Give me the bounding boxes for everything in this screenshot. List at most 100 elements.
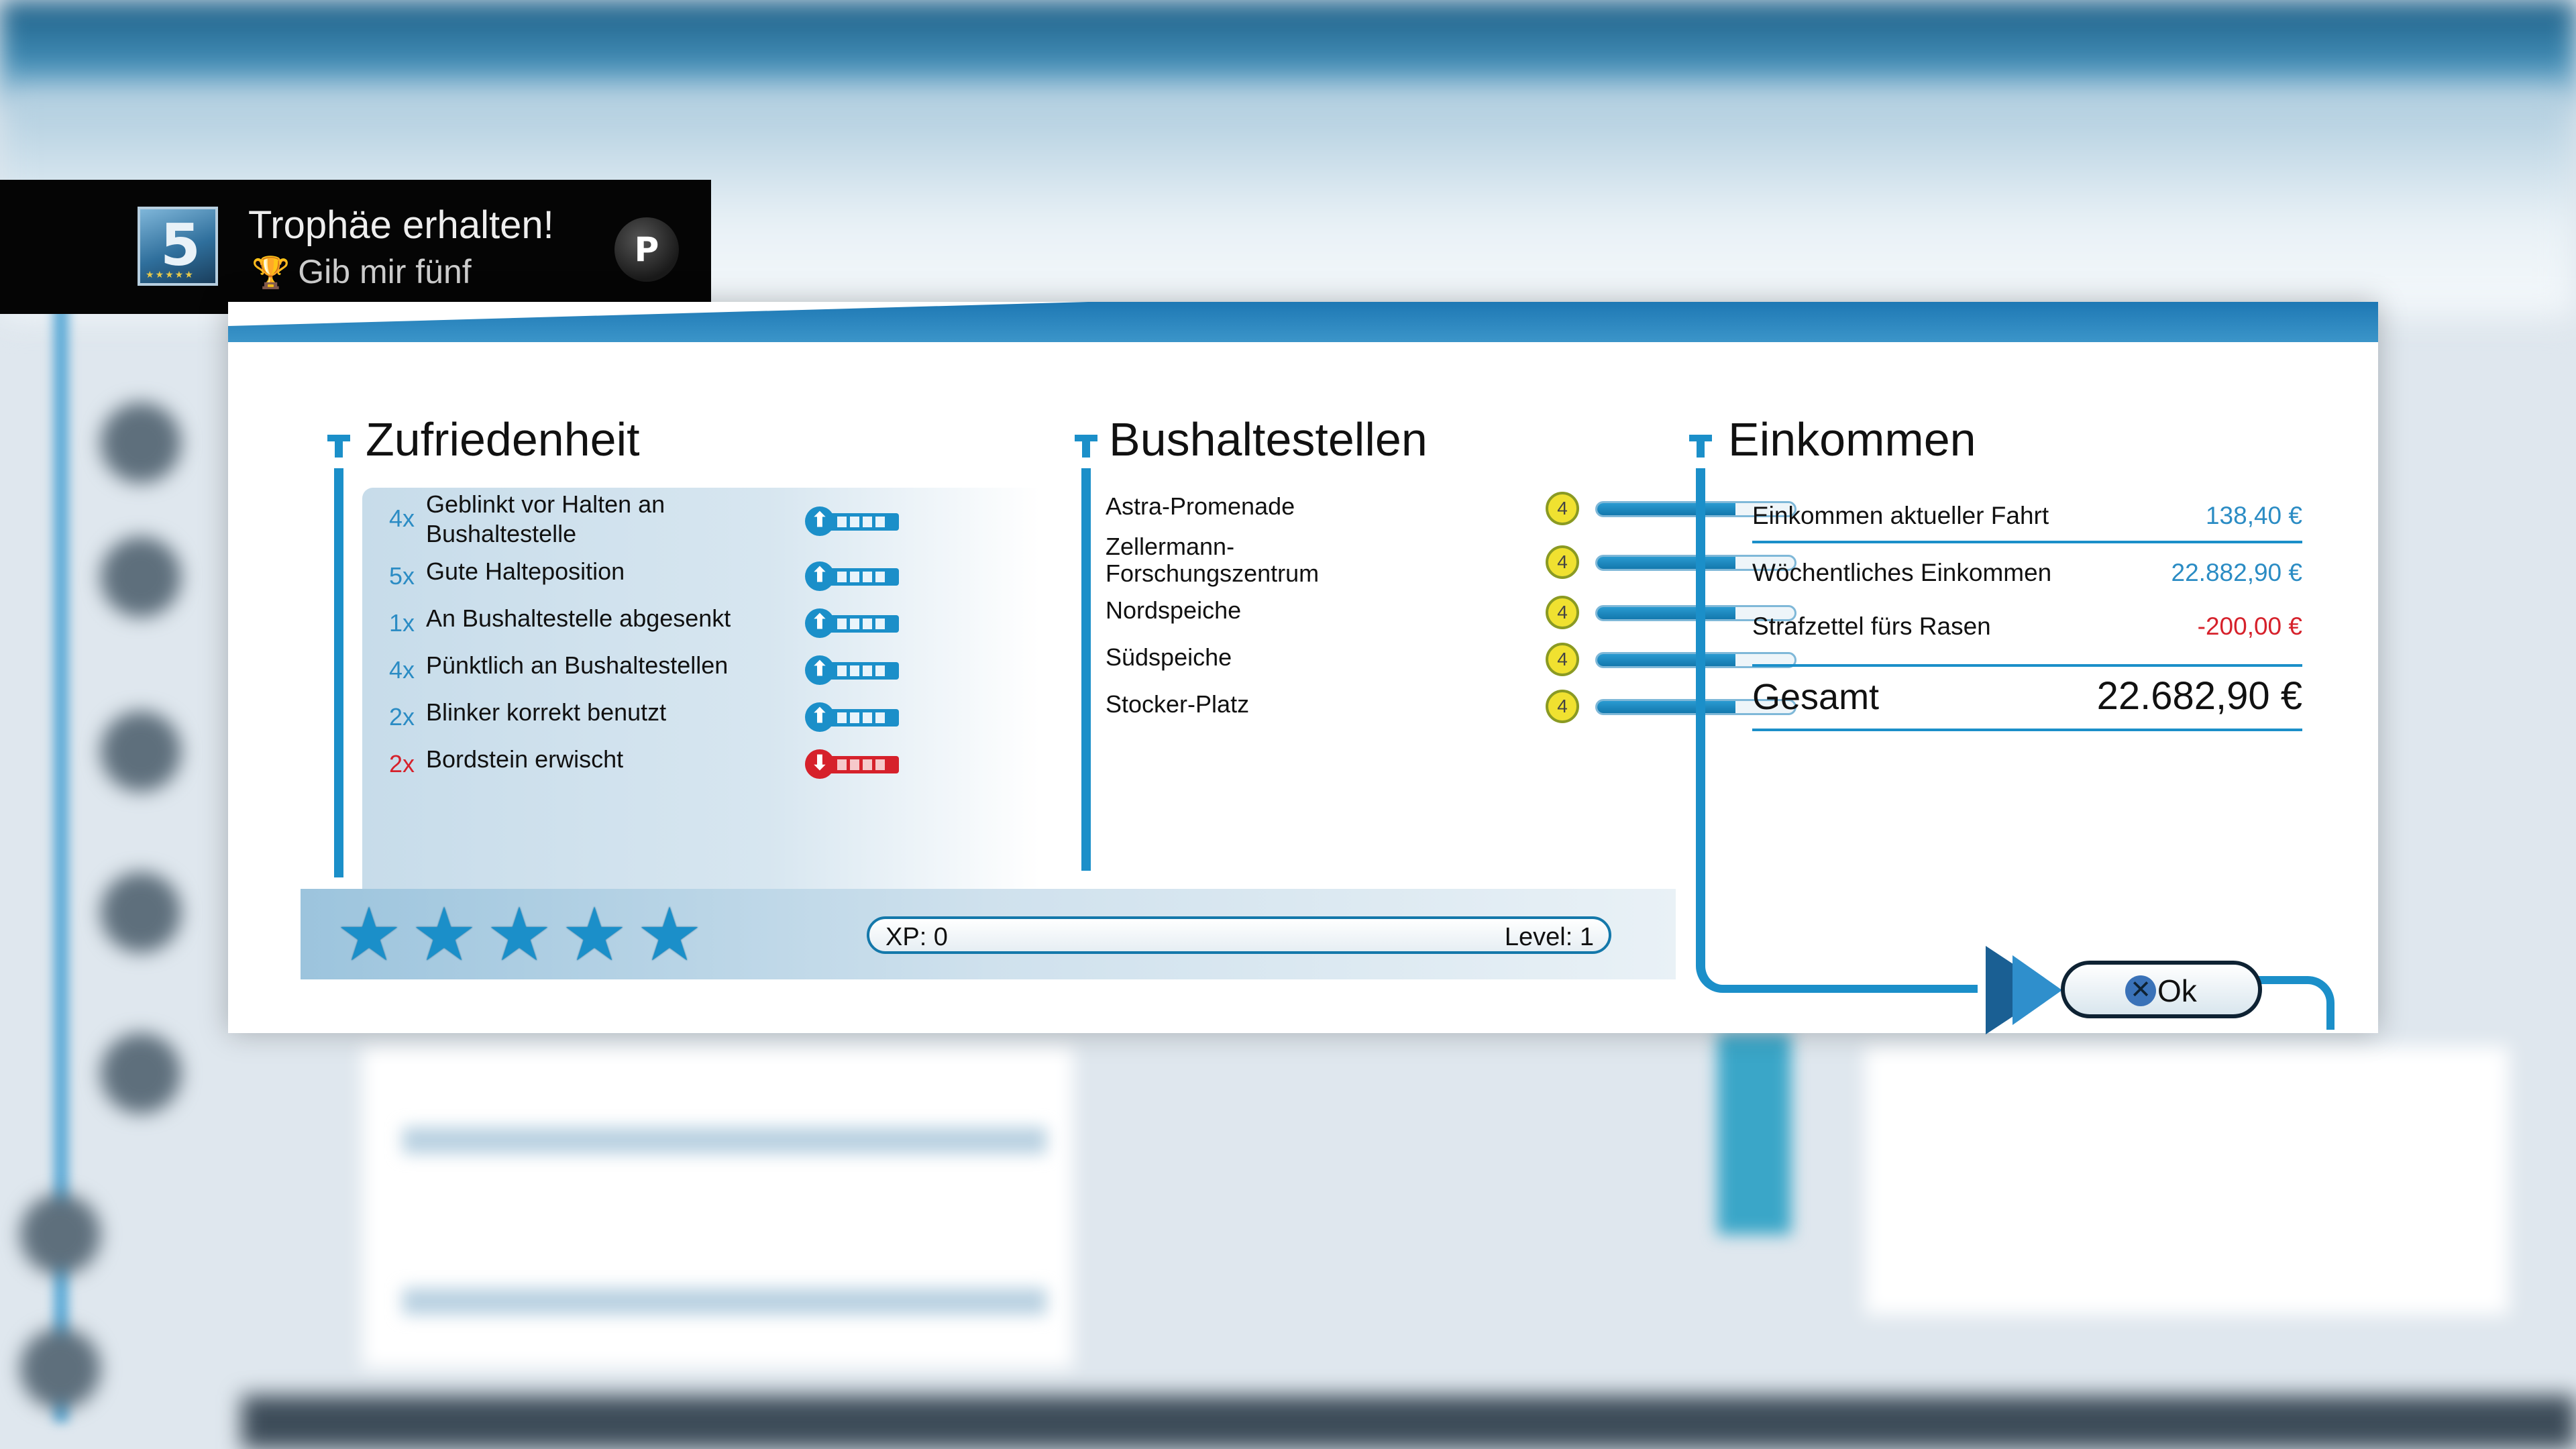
xp-label: XP: 0: [885, 923, 948, 951]
stop-row: Südspeiche 4: [1106, 643, 1796, 684]
income-label: Einkommen aktueller Fahrt: [1752, 502, 2049, 529]
satisfaction-label: Gute Halteposition: [426, 557, 625, 585]
background-bar: [402, 1127, 1046, 1154]
satisfaction-meter: ⬆: [805, 702, 899, 732]
star-icon: ★: [411, 892, 478, 977]
background-panel: [362, 1046, 1073, 1368]
satisfaction-label: Blinker korrekt benutzt: [426, 698, 667, 726]
income-row: Wöchentliches Einkommen 22.882,90 €: [1752, 547, 2302, 600]
satisfaction-item: 4x Geblinkt vor Halten an Bushaltestelle…: [389, 490, 1046, 550]
cross-button-icon: ✕: [2125, 975, 2156, 1006]
income-value: 138,40 €: [2205, 502, 2302, 529]
satisfaction-meter: ⬇: [805, 749, 899, 779]
arrow-down-icon: ⬇: [805, 749, 835, 779]
playstation-logo-icon: P: [614, 217, 679, 282]
income-total-value: 22.682,90 €: [2096, 674, 2302, 718]
background-cyan-block: [1717, 1033, 1791, 1234]
satisfaction-count: 1x: [389, 609, 415, 637]
background-bottom-bar: [241, 1395, 2576, 1449]
income-value: 22.882,90 €: [2171, 559, 2302, 586]
satisfaction-item: 2x Blinker korrekt benutzt ⬆: [389, 698, 1046, 741]
satisfaction-count: 4x: [389, 656, 415, 684]
background-route-dot: [20, 1194, 101, 1275]
satisfaction-item: 2x Bordstein erwischt ⬇: [389, 745, 1046, 788]
results-dialog: Zufriedenheit 4x Geblinkt vor Halten an …: [228, 302, 2378, 1034]
satisfaction-item: 1x An Bushaltestelle abgesenkt ⬆: [389, 604, 1046, 647]
section-t-icon: [327, 435, 350, 458]
stop-row: Nordspeiche 4: [1106, 596, 1796, 637]
satisfaction-meter: ⬆: [805, 506, 899, 536]
income-label: Wöchentliches Einkommen: [1752, 559, 2052, 586]
background-route-dot: [101, 872, 181, 953]
stop-name: Südspeiche: [1106, 643, 1232, 671]
dialog-header-bar: [228, 302, 2378, 342]
satisfaction-label: Geblinkt vor Halten an Bushaltestelle: [426, 490, 665, 547]
trophy-stars-icon: ★★★★★: [146, 270, 195, 280]
background-route-dot: [101, 711, 181, 792]
ok-button[interactable]: ✕ Ok: [2061, 961, 2262, 1018]
stop-name: Nordspeiche: [1106, 596, 1242, 624]
satisfaction-count: 2x: [389, 750, 415, 777]
trophy-name: 🏆 Gib mir fünf: [252, 252, 472, 291]
xp-progress-bar: XP: 0 Level: 1: [867, 916, 1611, 954]
background-top-bar: [0, 0, 2576, 101]
stop-name: Stocker-Platz: [1106, 690, 1250, 718]
satisfaction-count: 2x: [389, 703, 415, 731]
trophy-cup-icon: 🏆: [252, 255, 290, 290]
income-row: Strafzettel fürs Rasen -200,00 €: [1752, 600, 2302, 654]
satisfaction-item: 4x Pünktlich an Bushaltestellen ⬆: [389, 651, 1046, 694]
satisfaction-meter: ⬆: [805, 561, 899, 591]
background-route-dot: [101, 537, 181, 617]
stop-rating-badge: 4: [1546, 690, 1579, 723]
stop-name: Astra-Promenade: [1106, 492, 1295, 520]
stop-row: Zellermann- Forschungszentrum 4: [1106, 533, 1796, 594]
satisfaction-label: Pünktlich an Bushaltestellen: [426, 651, 729, 679]
background-route-dot: [101, 1033, 181, 1114]
satisfaction-count: 5x: [389, 562, 415, 590]
satisfaction-title: Zufriedenheit: [366, 413, 640, 466]
star-icon: ★: [561, 892, 628, 977]
income-total-row: Gesamt 22.682,90 €: [1752, 664, 2302, 731]
section-t-icon: [1075, 435, 1097, 458]
star-icon: ★: [335, 892, 402, 977]
income-title: Einkommen: [1728, 413, 1976, 466]
stops-title: Bushaltestellen: [1109, 413, 1428, 466]
chevron-right-icon: [2012, 955, 2062, 1025]
arrow-up-icon: ⬆: [805, 608, 835, 638]
arrow-up-icon: ⬆: [805, 655, 835, 685]
stop-row: Stocker-Platz 4: [1106, 690, 1796, 731]
background-panel: [1865, 1046, 2509, 1315]
section-t-icon: [1689, 435, 1712, 458]
section-line: [1081, 468, 1091, 871]
background-route-dot: [101, 402, 181, 483]
trophy-icon-number: 5: [160, 212, 201, 279]
stop-rating-badge: 4: [1546, 492, 1579, 525]
income-row: Einkommen aktueller Fahrt 138,40 €: [1752, 490, 2302, 543]
income-total-label: Gesamt: [1752, 677, 1880, 717]
background-route-dot: [20, 1328, 101, 1409]
satisfaction-meter: ⬆: [805, 608, 899, 638]
income-label: Strafzettel fürs Rasen: [1752, 612, 1991, 640]
ok-button-label: Ok: [2157, 973, 2197, 1008]
satisfaction-label: An Bushaltestelle abgesenkt: [426, 604, 731, 632]
trophy-title: Trophäe erhalten!: [248, 203, 554, 247]
satisfaction-meter: ⬆: [805, 655, 899, 685]
satisfaction-count: 4x: [389, 504, 415, 532]
satisfaction-label: Bordstein erwischt: [426, 745, 624, 773]
income-value: -200,00 €: [2197, 612, 2302, 640]
stop-row: Astra-Promenade 4: [1106, 492, 1796, 533]
trophy-notification: 5 ★★★★★ Trophäe erhalten! 🏆 Gib mir fünf …: [0, 180, 711, 314]
trophy-image-icon: 5 ★★★★★: [138, 207, 218, 286]
trophy-name-text: Gib mir fünf: [298, 253, 472, 290]
star-icon: ★: [486, 892, 553, 977]
section-line: [334, 468, 343, 877]
satisfaction-item: 5x Gute Halteposition ⬆: [389, 557, 1046, 600]
stop-rating-badge: 4: [1546, 545, 1579, 579]
stop-rating-badge: 4: [1546, 596, 1579, 629]
connector-line: [1696, 798, 1978, 993]
star-icon: ★: [636, 892, 703, 977]
stop-rating-badge: 4: [1546, 643, 1579, 676]
connector-line-right: [2254, 976, 2334, 1030]
stop-name: Zellermann- Forschungszentrum: [1106, 533, 1320, 587]
level-label: Level: 1: [1504, 923, 1594, 951]
